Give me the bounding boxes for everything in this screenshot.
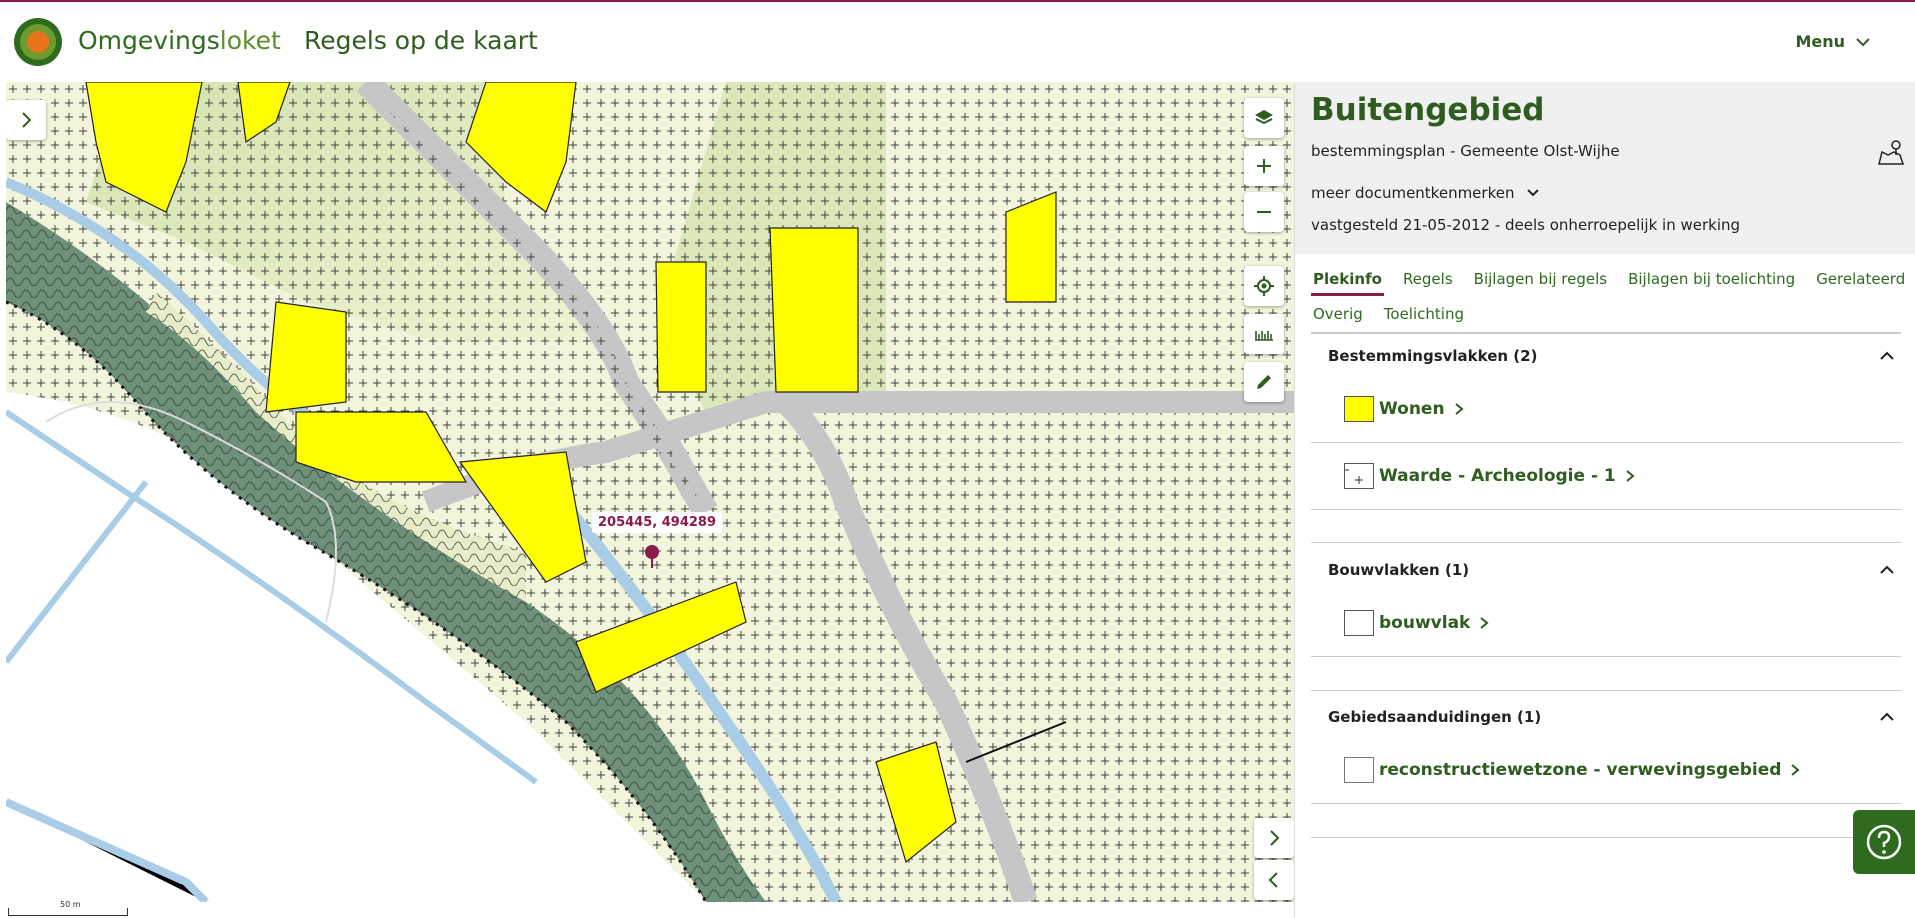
- chevron-up-icon: [1880, 565, 1894, 574]
- draw-button[interactable]: [1244, 362, 1284, 402]
- list-item-archeologie[interactable]: Waarde - Archeologie - 1: [1311, 443, 1901, 510]
- scale-label: 50 m: [60, 900, 81, 909]
- item-label: Wonen: [1379, 399, 1445, 419]
- open-sidebar-button[interactable]: [6, 100, 46, 140]
- section-header-bestemmingsvlakken[interactable]: Bestemmingsvlakken (2): [1311, 336, 1901, 376]
- tab-row-1: Plekinfo Regels Bijlagen bij regels Bijl…: [1311, 262, 1905, 296]
- tab-toelichting[interactable]: Toelichting: [1382, 297, 1466, 331]
- list-item-bouwvlak[interactable]: bouwvlak: [1311, 590, 1901, 657]
- more-document-details-label: meer documentkenmerken: [1311, 184, 1515, 202]
- panel-tabs: Plekinfo Regels Bijlagen bij regels Bijl…: [1311, 262, 1905, 334]
- tab-row-2: Overig Toelichting: [1311, 296, 1901, 334]
- more-document-details-toggle[interactable]: meer documentkenmerken: [1311, 184, 1540, 202]
- list-item-wonen[interactable]: Wonen: [1311, 376, 1901, 443]
- minus-icon: [1257, 211, 1271, 213]
- tab-overig[interactable]: Overig: [1311, 297, 1365, 331]
- chevron-right-icon: [1791, 764, 1801, 776]
- plan-subtitle: bestemmingsplan - Gemeente Olst-Wijhe: [1311, 142, 1620, 160]
- plan-status: vastgesteld 21-05-2012 - deels onherroep…: [1311, 216, 1741, 234]
- panel-header: Buitengebied bestemmingsplan - Gemeente …: [1295, 82, 1915, 254]
- chevron-right-icon: [22, 112, 32, 128]
- zoom-in-button[interactable]: [1244, 146, 1284, 186]
- section-header-gebiedsaanduidingen[interactable]: Gebiedsaanduidingen (1): [1311, 697, 1901, 737]
- scale-bar: 50 m: [8, 900, 128, 916]
- section-header-bouwvlakken[interactable]: Bouwvlakken (1): [1311, 550, 1901, 590]
- brand-name[interactable]: Omgevingsloket: [78, 26, 281, 55]
- map-base: [6, 82, 1294, 902]
- chevron-right-icon: [1270, 830, 1280, 846]
- next-button[interactable]: [1254, 818, 1294, 858]
- chevron-down-icon: [1856, 37, 1870, 46]
- section-title: Bouwvlakken (1): [1328, 561, 1470, 579]
- archeologie-swatch: [1344, 463, 1374, 489]
- location-pin-icon: [645, 545, 659, 568]
- tab-bijlagen-regels[interactable]: Bijlagen bij regels: [1472, 262, 1609, 296]
- my-location-button[interactable]: [1244, 266, 1284, 306]
- layers-button[interactable]: [1244, 98, 1284, 138]
- item-label: reconstructiewetzone - verwevingsgebied: [1379, 760, 1782, 780]
- map-marker-icon[interactable]: [1876, 138, 1906, 168]
- menu-label: Menu: [1795, 32, 1845, 51]
- map-canvas[interactable]: 205445, 494289: [6, 82, 1294, 902]
- plan-title: Buitengebied: [1311, 92, 1545, 128]
- item-label: bouwvlak: [1379, 613, 1471, 633]
- section-title: Gebiedsaanduidingen (1): [1328, 708, 1542, 726]
- brand-part-1: Omgevings: [78, 26, 220, 55]
- help-icon: [1866, 824, 1902, 860]
- omgevingsloket-logo[interactable]: [14, 18, 62, 66]
- list-item-reconstructiewetzone[interactable]: reconstructiewetzone - verwevingsgebied: [1311, 737, 1901, 804]
- section-divider: [1311, 690, 1901, 691]
- chevron-down-icon: [1527, 189, 1540, 197]
- section-bestemmingsvlakken: Bestemmingsvlakken (2) Wonen Waarde - Ar…: [1311, 336, 1901, 510]
- layers-icon: [1255, 110, 1273, 125]
- chevron-left-icon: [1268, 872, 1278, 888]
- chevron-right-icon: [1480, 617, 1489, 629]
- section-gebiedsaanduidingen: Gebiedsaanduidingen (1) reconstructiewet…: [1311, 697, 1901, 804]
- pencil-icon: [1257, 375, 1271, 389]
- previous-button[interactable]: [1254, 860, 1294, 900]
- tab-gerelateerd[interactable]: Gerelateerd: [1814, 262, 1907, 296]
- ruler-icon: [1255, 331, 1273, 341]
- chevron-right-icon: [1626, 470, 1635, 482]
- tab-regels[interactable]: Regels: [1401, 262, 1455, 296]
- wonen-swatch: [1344, 396, 1374, 422]
- reconstructiewetzone-swatch: [1344, 757, 1374, 783]
- zoom-out-button[interactable]: [1244, 192, 1284, 232]
- item-label: Waarde - Archeologie - 1: [1379, 466, 1616, 486]
- measure-button[interactable]: [1244, 314, 1284, 354]
- section-divider: [1311, 542, 1901, 543]
- info-panel: Buitengebied bestemmingsplan - Gemeente …: [1294, 82, 1915, 918]
- section-title: Bestemmingsvlakken (2): [1328, 347, 1538, 365]
- chevron-up-icon: [1880, 712, 1894, 721]
- tab-plekinfo[interactable]: Plekinfo: [1311, 262, 1384, 296]
- help-button[interactable]: [1853, 810, 1915, 874]
- site-header: Omgevingsloket Regels op de kaart Menu: [0, 2, 1915, 82]
- tab-bijlagen-toelichting[interactable]: Bijlagen bij toelichting: [1626, 262, 1797, 296]
- chevron-up-icon: [1880, 351, 1894, 360]
- menu-button[interactable]: Menu: [1795, 32, 1871, 51]
- bouwvlak-swatch: [1344, 610, 1374, 636]
- section-bouwvlakken: Bouwvlakken (1) bouwvlak: [1311, 550, 1901, 657]
- crosshair-icon: [1254, 276, 1274, 296]
- brand-part-2: loket: [219, 26, 281, 55]
- plus-icon: [1257, 159, 1271, 173]
- app-title: Regels op de kaart: [304, 26, 538, 55]
- section-divider: [1311, 837, 1901, 838]
- coordinate-label: 205445, 494289: [592, 512, 723, 533]
- chevron-right-icon: [1454, 403, 1464, 415]
